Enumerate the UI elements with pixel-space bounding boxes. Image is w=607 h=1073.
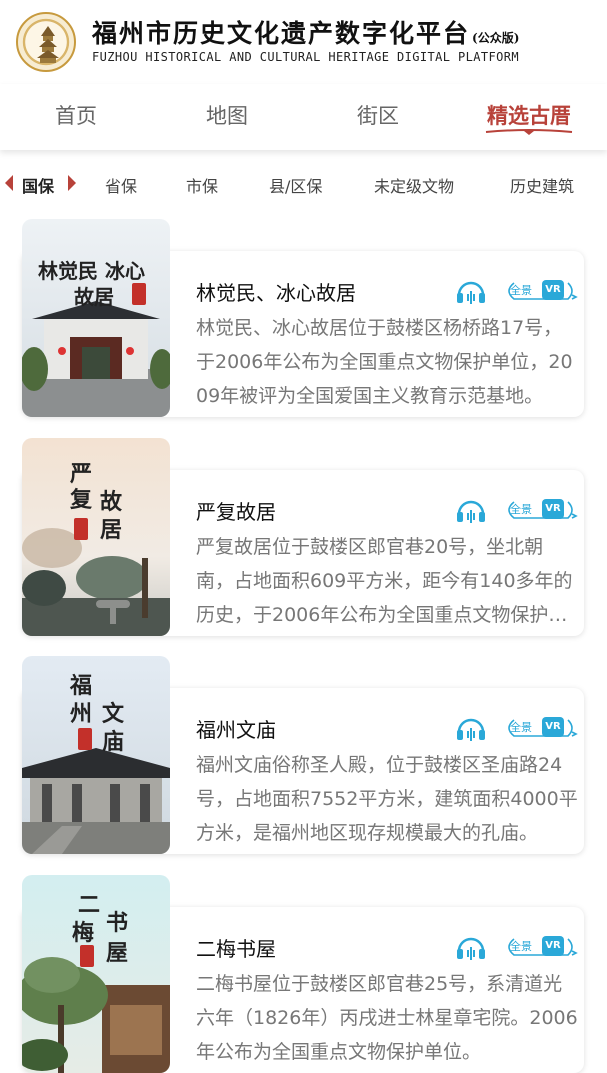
platform-title-cn: 福州市历史文化遗产数字化平台 <box>92 19 471 48</box>
tab-blocks[interactable]: 街区 <box>318 100 438 130</box>
thumbnail-caption: 庙 <box>102 729 125 755</box>
vr-label: 全景 <box>510 721 532 734</box>
category-strip: 国保 省保 市保 县/区保 未定级文物 历史建筑 <box>0 160 607 206</box>
tab-featured-houses[interactable]: 精选古厝 <box>469 100 589 130</box>
pagoda-logo-icon[interactable] <box>16 12 76 72</box>
red-seal-icon <box>78 728 92 750</box>
card-title: 林觉民、冰心故居 <box>196 281 356 305</box>
card-title: 福州文庙 <box>196 718 276 742</box>
app-header: 福州市历史文化遗产数字化平台 (公众版) FUZHOU HISTORICAL AN… <box>0 0 607 84</box>
thumbnail-caption: 州 <box>70 701 93 727</box>
vr-badge: VR <box>542 280 564 300</box>
panorama-vr-button[interactable]: 全景 VR <box>500 494 578 526</box>
vr-label: 全景 <box>510 284 532 297</box>
tab-map[interactable]: 地图 <box>167 100 287 130</box>
thumbnail-caption: 故居 <box>74 285 114 309</box>
heritage-card[interactable]: 林觉民 冰心 故居 林觉民、冰心故居 全景 VR 林觉民、冰心故居位于鼓楼区杨桥… <box>22 219 584 419</box>
category-provincial[interactable]: 省保 <box>105 173 137 197</box>
thumbnail-caption: 屋 <box>106 940 129 966</box>
audio-guide-icon[interactable] <box>455 933 487 961</box>
card-thumbnail[interactable]: 二 梅 书 屋 <box>22 875 170 1073</box>
red-seal-icon <box>80 945 94 967</box>
card-title: 严复故居 <box>196 500 276 524</box>
tab-home[interactable]: 首页 <box>16 100 136 130</box>
red-seal-icon <box>132 283 146 305</box>
panorama-vr-button[interactable]: 全景 VR <box>500 712 578 744</box>
heritage-card[interactable]: 二 梅 书 屋 二梅书屋 全景 VR 二梅书屋位于鼓楼区郎官巷25号，系清道光六… <box>22 875 584 1073</box>
category-county[interactable]: 县/区保 <box>269 173 322 197</box>
thumbnail-caption: 梅 <box>72 920 95 946</box>
category-right-arrow-icon[interactable] <box>66 172 78 194</box>
heritage-card[interactable]: 严 复 故 居 严复故居 全景 VR 严复故居位于鼓楼区郎官巷20号，坐北朝南，… <box>22 438 584 638</box>
platform-title-suffix: (公众版) <box>472 31 520 45</box>
thumbnail-caption: 林觉民 冰心 <box>38 259 145 283</box>
card-description: 严复故居位于鼓楼区郎官巷20号，坐北朝南，占地面积609平方米，距今有140多年… <box>196 536 573 626</box>
platform-title: 福州市历史文化遗产数字化平台 (公众版) <box>92 14 519 50</box>
card-description: 林觉民、冰心故居位于鼓楼区杨桥路17号，于2006年公布为全国重点文物保护单位，… <box>196 317 573 407</box>
platform-title-en: FUZHOU HISTORICAL AND CULTURAL HERITAGE … <box>92 50 519 64</box>
card-description: 二梅书屋位于鼓楼区郎官巷25号，系清道光六年（1826年）丙戌进士林星章宅院。2… <box>196 973 578 1063</box>
audio-guide-icon[interactable] <box>455 496 487 524</box>
audio-guide-icon[interactable] <box>455 714 487 742</box>
vr-badge: VR <box>542 499 564 519</box>
red-seal-icon <box>74 518 88 540</box>
card-thumbnail[interactable]: 福 州 文 庙 <box>22 656 170 854</box>
vr-badge: VR <box>542 936 564 956</box>
active-tab-underline <box>485 129 573 135</box>
vr-badge: VR <box>542 717 564 737</box>
card-thumbnail[interactable]: 严 复 故 居 <box>22 438 170 636</box>
category-national[interactable]: 国保 <box>22 173 54 197</box>
panorama-vr-button[interactable]: 全景 VR <box>500 275 578 307</box>
thumbnail-caption: 书 <box>106 910 129 936</box>
card-description: 福州文庙俗称圣人殿，位于鼓楼区圣庙路24号，占地面积7552平方米，建筑面积40… <box>196 754 578 844</box>
thumbnail-caption: 复 <box>70 487 93 513</box>
heritage-card[interactable]: 福 州 文 庙 福州文庙 全景 VR 福州文庙俗称圣人殿，位于鼓楼区圣庙路24号… <box>22 656 584 856</box>
audio-guide-icon[interactable] <box>455 277 487 305</box>
category-municipal[interactable]: 市保 <box>186 173 218 197</box>
vr-label: 全景 <box>510 940 532 953</box>
card-thumbnail[interactable]: 林觉民 冰心 故居 <box>22 219 170 417</box>
panorama-vr-button[interactable]: 全景 VR <box>500 931 578 963</box>
vr-label: 全景 <box>510 503 532 516</box>
category-unrated[interactable]: 未定级文物 <box>374 173 454 197</box>
thumbnail-caption: 居 <box>100 517 123 543</box>
category-historic-building[interactable]: 历史建筑 <box>510 173 574 197</box>
main-nav: 首页 地图 街区 精选古厝 <box>0 84 607 150</box>
category-left-arrow-icon[interactable] <box>3 172 15 194</box>
card-title: 二梅书屋 <box>196 937 276 961</box>
